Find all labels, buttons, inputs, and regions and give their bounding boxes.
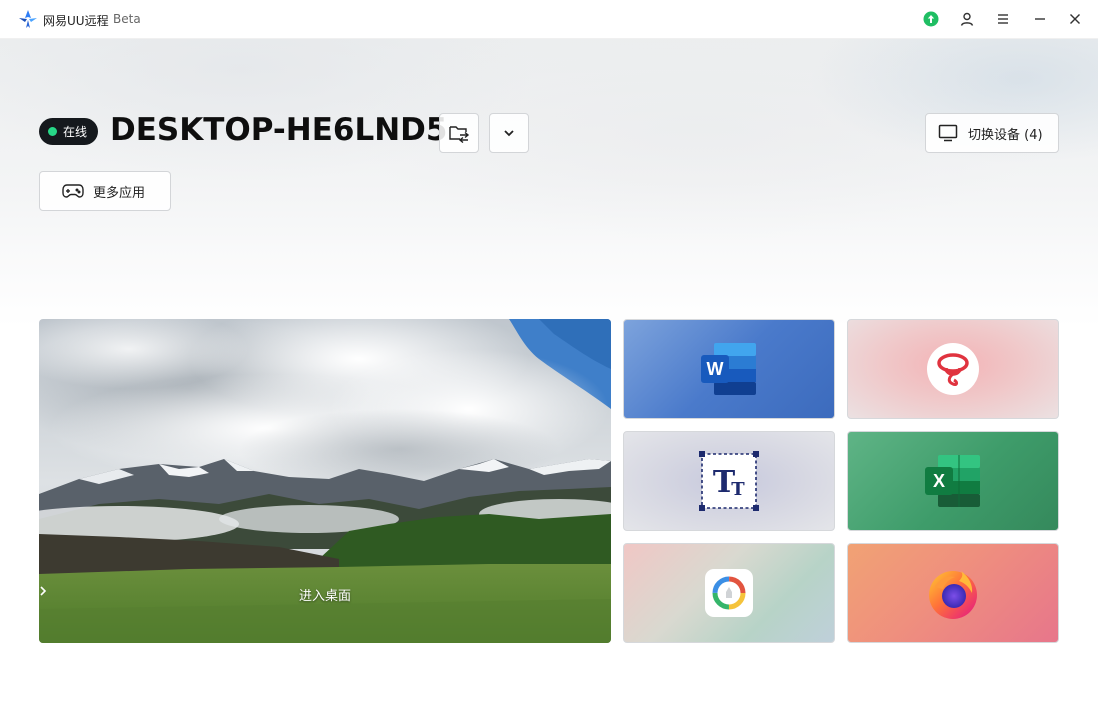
app-tile-typora[interactable]: T T bbox=[623, 431, 835, 531]
chevron-down-icon bbox=[504, 130, 514, 137]
upload-icon[interactable] bbox=[921, 9, 941, 29]
menu-icon[interactable] bbox=[993, 9, 1013, 29]
svg-text:T: T bbox=[731, 479, 745, 500]
more-apps-label: 更多应用 bbox=[93, 185, 146, 201]
app-title: 网易UU远程 bbox=[43, 14, 109, 28]
word-icon: W bbox=[701, 343, 756, 395]
title-bar: 网易UU远程 Beta bbox=[0, 0, 1098, 39]
gamepad-icon bbox=[62, 184, 84, 198]
circle-app-icon bbox=[705, 569, 753, 617]
typora-icon: T T bbox=[699, 451, 759, 511]
enter-desktop-label: 进入桌面 bbox=[39, 585, 611, 604]
uu-remote-window: 网易UU远程 Beta 在线 DESKTOP-HE6LND5 切换设备 (4) … bbox=[0, 0, 1098, 703]
chevron-right-icon bbox=[40, 586, 47, 596]
excel-icon: X bbox=[925, 455, 980, 507]
beta-label: Beta bbox=[113, 12, 141, 26]
svg-text:X: X bbox=[933, 471, 945, 491]
app-tile-excel[interactable]: X bbox=[847, 431, 1059, 531]
enter-desktop-text: 进入桌面 bbox=[298, 589, 351, 604]
uu-logo-icon bbox=[19, 10, 37, 28]
file-transfer-button[interactable] bbox=[439, 113, 479, 153]
switch-device-label: 切换设备 (4) bbox=[968, 127, 1043, 143]
online-status-badge: 在线 bbox=[39, 118, 98, 145]
monitor-icon bbox=[938, 124, 958, 142]
switch-device-button[interactable]: 切换设备 (4) bbox=[925, 113, 1059, 153]
app-tile-circle[interactable] bbox=[623, 543, 835, 643]
user-icon[interactable] bbox=[957, 9, 977, 29]
rose-icon bbox=[927, 343, 979, 395]
folder-transfer-icon bbox=[449, 126, 470, 143]
app-tile-rose[interactable] bbox=[847, 319, 1059, 419]
enter-desktop-card[interactable]: 进入桌面 bbox=[39, 319, 611, 643]
online-dot-icon bbox=[48, 127, 57, 136]
app-tile-firefox[interactable] bbox=[847, 543, 1059, 643]
device-dropdown-button[interactable] bbox=[489, 113, 529, 153]
more-apps-button[interactable]: 更多应用 bbox=[39, 171, 171, 211]
firefox-icon bbox=[929, 571, 977, 619]
device-name: DESKTOP-HE6LND5 bbox=[110, 112, 448, 148]
close-icon[interactable] bbox=[1065, 9, 1085, 29]
status-label: 在线 bbox=[63, 125, 88, 139]
app-tile-word[interactable]: W bbox=[623, 319, 835, 419]
svg-text:W: W bbox=[707, 359, 724, 379]
minimize-icon[interactable] bbox=[1030, 9, 1050, 29]
